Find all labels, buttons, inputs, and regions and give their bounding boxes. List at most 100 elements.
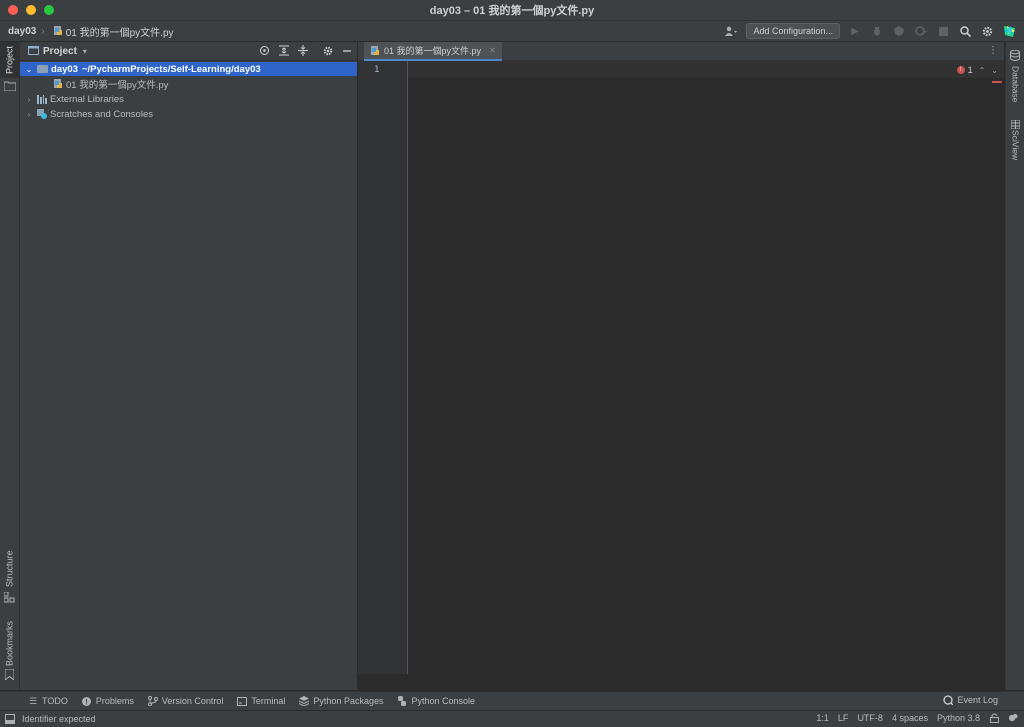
problems-tool-button[interactable]: Problems — [82, 696, 134, 706]
search-icon[interactable] — [958, 24, 972, 38]
caret-position[interactable]: 1:1 — [816, 713, 829, 723]
minimize-window-button[interactable] — [26, 5, 36, 15]
project-tool-tab[interactable]: Project — [0, 42, 19, 78]
project-tab-label: Project — [4, 46, 15, 75]
right-tool-stripe: Database SciView — [1005, 42, 1024, 690]
stop-icon[interactable] — [936, 24, 950, 38]
python-file-icon — [370, 45, 380, 56]
window-title: day03 – 01 我的第一個py文件.py — [429, 5, 595, 17]
coverage-icon[interactable] — [892, 24, 906, 38]
notifications-icon[interactable] — [1008, 713, 1018, 723]
debug-icon[interactable] — [870, 24, 884, 38]
status-message: Identifier expected — [22, 714, 96, 724]
structure-icon — [3, 591, 15, 606]
panel-settings-gear-icon[interactable] — [321, 44, 334, 57]
todo-tool-button[interactable]: ☰ TODO — [28, 695, 68, 707]
python-file-icon — [53, 26, 63, 36]
tree-item-python-file[interactable]: 01 我的第一個py文件.py — [20, 77, 357, 91]
navbar-actions: Add Configuration... ▶ — [724, 22, 1016, 40]
event-log-tool-button[interactable]: Event Log — [943, 695, 998, 705]
python-console-label: Python Console — [411, 696, 476, 706]
bookmarks-tool-tab[interactable]: Bookmarks — [0, 620, 19, 666]
editor-tab-bar: 01 我的第一個py文件.py ✕ ⋮ — [358, 42, 1004, 61]
add-configuration-button[interactable]: Add Configuration... — [746, 23, 840, 39]
file-encoding[interactable]: UTF-8 — [857, 713, 883, 723]
current-line-highlight — [408, 61, 1004, 78]
database-tab-label: Database — [1010, 66, 1021, 103]
structure-tab-label: Structure — [4, 550, 15, 588]
left-tool-stripe: Project Structure Bookmarks — [0, 42, 20, 690]
database-tool-tab[interactable]: Database — [1006, 66, 1024, 106]
gear-icon[interactable] — [980, 24, 994, 38]
python-packages-label: Python Packages — [313, 696, 384, 706]
tree-item-external-libraries[interactable]: › External Libraries — [20, 92, 357, 106]
terminal-tool-button[interactable]: Terminal — [237, 696, 285, 706]
project-tree: ⌄ day03 ~/PycharmProjects/Self-Learning/… — [20, 62, 357, 121]
breadcrumb: day03 › 01 我的第一個py文件.py — [0, 24, 174, 39]
run-icon[interactable]: ▶ — [848, 24, 862, 38]
chevron-right-icon[interactable]: › — [24, 110, 34, 119]
jetbrains-logo-icon[interactable] — [1002, 24, 1016, 38]
tree-item-scratches[interactable]: › Scratches and Consoles — [20, 107, 357, 121]
maximize-window-button[interactable] — [44, 5, 54, 15]
error-stripe-marker[interactable] — [992, 81, 1002, 83]
status-bar: Identifier expected 1:1 LF UTF-8 4 space… — [0, 710, 1024, 727]
hide-panel-icon[interactable] — [340, 44, 353, 57]
tree-item-root-folder[interactable]: ⌄ day03 ~/PycharmProjects/Self-Learning/… — [20, 62, 357, 76]
close-icon[interactable]: ✕ — [489, 46, 496, 55]
sciview-tool-tab[interactable]: SciView — [1006, 130, 1024, 164]
todo-label: TODO — [42, 696, 68, 706]
chevron-down-icon[interactable]: ▾ — [83, 47, 87, 56]
locate-file-icon[interactable] — [258, 44, 271, 57]
todo-list-icon: ☰ — [28, 695, 38, 706]
python-packages-tool-button[interactable]: Python Packages — [299, 696, 383, 706]
event-log-icon — [943, 695, 954, 705]
breadcrumb-project[interactable]: day03 — [8, 26, 36, 37]
user-icon[interactable] — [724, 24, 738, 38]
version-control-branch-icon — [147, 696, 158, 706]
tool-window-bar: ☰ TODO Problems Version Control Terminal… — [0, 691, 1024, 710]
version-control-tool-button[interactable]: Version Control — [147, 696, 224, 706]
editor-tab-active-file[interactable]: 01 我的第一個py文件.py ✕ — [364, 42, 502, 61]
python-interpreter[interactable]: Python 3.8 — [937, 713, 980, 723]
folder-icon — [37, 65, 48, 73]
chevron-down-icon[interactable]: ⌄ — [991, 66, 998, 75]
inspection-widget[interactable]: ! 1 ⌃ ⌄ — [956, 65, 998, 75]
project-panel-tools — [258, 44, 353, 57]
project-tool-window: Project ▾ ⌄ day03 ~/PycharmProjects/Self… — [20, 42, 358, 690]
close-window-button[interactable] — [8, 5, 18, 15]
project-panel-title[interactable]: Project — [43, 46, 77, 57]
window-titlebar: day03 – 01 我的第一個py文件.py — [0, 0, 1024, 21]
packages-layers-icon — [299, 696, 310, 706]
database-icon — [1010, 49, 1020, 64]
indent-setting[interactable]: 4 spaces — [892, 713, 928, 723]
tree-external-libraries-label: External Libraries — [50, 93, 124, 105]
lock-icon[interactable] — [989, 713, 999, 723]
problems-info-icon — [82, 696, 92, 706]
python-file-icon — [53, 79, 63, 89]
editor-bottom-area — [358, 675, 1004, 690]
line-separator[interactable]: LF — [838, 713, 849, 723]
collapse-all-icon[interactable] — [296, 44, 309, 57]
chevron-right-icon[interactable]: › — [24, 95, 34, 104]
version-control-label: Version Control — [161, 696, 224, 706]
tree-root-name: day03 — [51, 63, 78, 75]
more-options-icon[interactable]: ⋮ — [988, 45, 998, 56]
terminal-label: Terminal — [251, 696, 286, 706]
folder-icon[interactable] — [3, 80, 17, 94]
event-log-label: Event Log — [957, 695, 998, 705]
bookmark-icon — [4, 668, 15, 683]
line-number: 1 — [374, 65, 380, 75]
expand-all-icon[interactable] — [277, 44, 290, 57]
problems-label: Problems — [95, 696, 134, 706]
chevron-up-icon[interactable]: ⌃ — [979, 66, 986, 75]
code-editor[interactable]: ! 1 ⌃ ⌄ — [408, 61, 1004, 674]
chevron-right-icon: › — [41, 25, 45, 37]
python-console-tool-button[interactable]: Python Console — [397, 696, 475, 706]
structure-tool-tab[interactable]: Structure — [0, 547, 19, 591]
status-widgets: 1:1 LF UTF-8 4 spaces Python 3.8 — [816, 713, 1018, 723]
breadcrumb-file[interactable]: 01 我的第一個py文件.py — [66, 24, 174, 39]
chevron-down-icon[interactable]: ⌄ — [24, 65, 34, 74]
toggle-tool-windows-icon[interactable] — [5, 714, 15, 726]
profile-icon[interactable] — [914, 24, 928, 38]
